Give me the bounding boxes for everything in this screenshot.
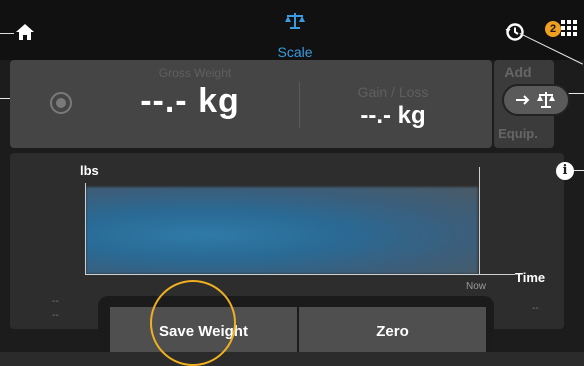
y-axis xyxy=(85,183,86,275)
callout-line xyxy=(0,33,14,34)
left-value-2: -- xyxy=(52,310,59,321)
home-icon[interactable] xyxy=(14,21,36,43)
now-label: Now xyxy=(466,281,487,292)
x-axis-label: Time xyxy=(515,270,546,285)
info-icon[interactable]: i xyxy=(556,162,574,180)
grid-icon[interactable] xyxy=(558,19,578,39)
zero-button[interactable]: Zero xyxy=(299,307,486,352)
now-marker xyxy=(479,167,480,275)
tap-highlight-circle xyxy=(150,280,236,366)
x-axis xyxy=(85,274,515,275)
equipment-panel: Add Equip. xyxy=(494,60,570,148)
divider xyxy=(299,82,300,128)
scale-equipment-icon xyxy=(536,90,556,110)
add-equipment-button[interactable] xyxy=(502,84,570,116)
weight-panel: Gross Weight --.- kg Gain / Loss --.- kg xyxy=(10,60,492,148)
right-value: -- xyxy=(532,303,539,314)
target-icon[interactable] xyxy=(50,92,72,114)
arrow-right-icon xyxy=(514,91,532,109)
y-axis-label: lbs xyxy=(80,163,99,178)
left-value-1: -- xyxy=(52,296,59,307)
history-icon[interactable] xyxy=(504,21,526,43)
zero-label: Zero xyxy=(376,323,409,340)
add-label: Add xyxy=(504,64,532,80)
scale-icon xyxy=(284,12,306,30)
gain-loss-label: Gain / Loss xyxy=(357,84,429,100)
scale-screen: Scale 2 Gross Weight --.- kg Gain / Loss… xyxy=(0,0,584,366)
graph-fill xyxy=(86,187,478,274)
gross-weight-value: --.- kg xyxy=(140,82,240,120)
page-title: Scale xyxy=(277,44,313,60)
header-bar: Scale 2 xyxy=(0,0,584,60)
gross-weight-label: Gross Weight xyxy=(158,66,232,80)
gain-loss-value: --.- kg xyxy=(360,102,426,129)
equip-label: Equip. xyxy=(498,126,538,141)
